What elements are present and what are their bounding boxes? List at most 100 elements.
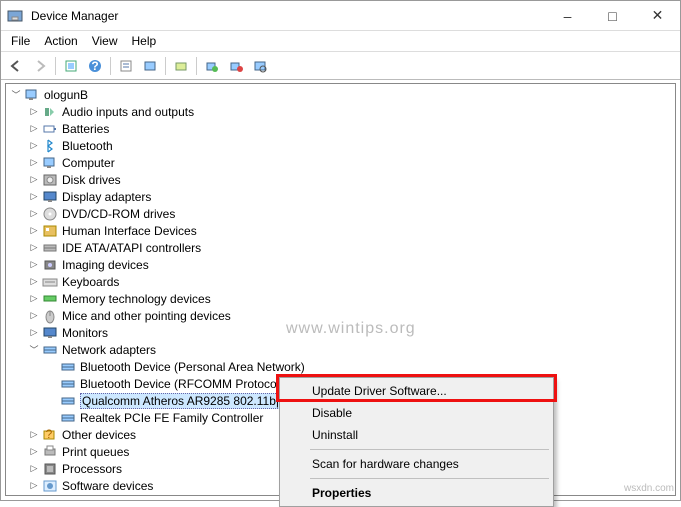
- category-label: DVD/CD-ROM drives: [62, 207, 175, 221]
- maximize-button[interactable]: □: [590, 1, 635, 30]
- expand-icon[interactable]: ▷: [28, 327, 40, 339]
- expand-icon[interactable]: ▷: [28, 429, 40, 441]
- collapse-icon[interactable]: ﹀: [10, 89, 22, 101]
- device-label: Bluetooth Device (Personal Area Network): [80, 360, 305, 374]
- expand-icon[interactable]: ▷: [28, 446, 40, 458]
- device-icon: [42, 274, 58, 290]
- category-label: Imaging devices: [62, 258, 149, 272]
- expand-icon[interactable]: ▷: [28, 157, 40, 169]
- device-icon: [42, 138, 58, 154]
- category-label: Memory technology devices: [62, 292, 211, 306]
- expand-icon[interactable]: ▷: [28, 293, 40, 305]
- expand-icon[interactable]: ▷: [28, 208, 40, 220]
- expand-icon[interactable]: ▷: [28, 106, 40, 118]
- ctx-uninstall[interactable]: Uninstall: [282, 424, 551, 446]
- tree-category[interactable]: ▷Audio inputs and outputs: [10, 103, 671, 120]
- ctx-update-driver[interactable]: Update Driver Software...: [282, 380, 551, 402]
- tree-device[interactable]: Bluetooth Device (Personal Area Network): [10, 358, 671, 375]
- expand-icon[interactable]: ▷: [28, 480, 40, 492]
- tree-category[interactable]: ▷ Bluetooth: [10, 137, 671, 154]
- minimize-button[interactable]: –: [545, 1, 590, 30]
- device-icon: [42, 172, 58, 188]
- scan-hardware-button[interactable]: [249, 55, 271, 77]
- expand-icon[interactable]: ▷: [28, 225, 40, 237]
- tree-category[interactable]: ▷IDE ATA/ATAPI controllers: [10, 239, 671, 256]
- toolbar: ?: [1, 52, 680, 80]
- device-icon: [42, 206, 58, 222]
- expand-icon[interactable]: ▷: [28, 310, 40, 322]
- device-icon: [42, 461, 58, 477]
- tree-category[interactable]: ▷Batteries: [10, 120, 671, 137]
- device-icon: [42, 444, 58, 460]
- expand-icon[interactable]: ▷: [28, 463, 40, 475]
- category-label: Network adapters: [62, 343, 156, 357]
- show-hide-button[interactable]: [60, 55, 82, 77]
- forward-button[interactable]: [29, 55, 51, 77]
- update-driver-button[interactable]: [170, 55, 192, 77]
- collapse-icon[interactable]: ﹀: [28, 344, 40, 356]
- category-label: Human Interface Devices: [62, 224, 197, 238]
- computer-icon: [24, 87, 40, 103]
- expand-icon[interactable]: ▷: [28, 123, 40, 135]
- titlebar: Device Manager – □ ✕: [1, 1, 680, 31]
- tree-category[interactable]: ▷Computer: [10, 154, 671, 171]
- source-label: wsxdn.com: [624, 483, 674, 494]
- expand-icon[interactable]: ▷: [28, 276, 40, 288]
- network-icon: [42, 342, 58, 358]
- tree-category-network[interactable]: ﹀ Network adapters: [10, 341, 671, 358]
- scan-button[interactable]: [139, 55, 161, 77]
- category-label: Other devices: [62, 428, 136, 442]
- category-label: Software devices: [62, 479, 153, 493]
- expand-icon[interactable]: ▷: [28, 140, 40, 152]
- category-label: Bluetooth: [62, 139, 113, 153]
- device-icon: [42, 257, 58, 273]
- device-icon: [42, 478, 58, 494]
- root-label: ologunB: [44, 88, 88, 102]
- ctx-disable[interactable]: Disable: [282, 402, 551, 424]
- adapter-icon: [60, 393, 76, 409]
- uninstall-button[interactable]: [201, 55, 223, 77]
- tree-category[interactable]: ▷ Mice and other pointing devices: [10, 307, 671, 324]
- device-icon: [42, 104, 58, 120]
- app-icon: [7, 8, 23, 24]
- menu-file[interactable]: File: [5, 32, 36, 50]
- adapter-icon: [60, 359, 76, 375]
- tree-root[interactable]: ﹀ ologunB: [10, 86, 671, 103]
- disable-button[interactable]: [225, 55, 247, 77]
- tree-category[interactable]: ▷ Imaging devices: [10, 256, 671, 273]
- expand-icon[interactable]: ▷: [28, 242, 40, 254]
- tree-category[interactable]: ▷ Disk drives: [10, 171, 671, 188]
- device-icon: [42, 291, 58, 307]
- category-label: Keyboards: [62, 275, 119, 289]
- tree-category[interactable]: ▷Monitors: [10, 324, 671, 341]
- category-label: Mice and other pointing devices: [62, 309, 231, 323]
- ctx-separator: [310, 478, 549, 479]
- properties-button[interactable]: [115, 55, 137, 77]
- category-label: Processors: [62, 462, 122, 476]
- device-icon: ?: [42, 427, 58, 443]
- menu-view[interactable]: View: [86, 32, 124, 50]
- tree-category[interactable]: ▷ Display adapters: [10, 188, 671, 205]
- menu-help[interactable]: Help: [126, 32, 163, 50]
- menu-action[interactable]: Action: [38, 32, 83, 50]
- device-icon: [42, 223, 58, 239]
- device-icon: [42, 308, 58, 324]
- tree-category[interactable]: ▷ Keyboards: [10, 273, 671, 290]
- category-label: Print queues: [62, 445, 129, 459]
- ctx-scan[interactable]: Scan for hardware changes: [282, 453, 551, 475]
- expand-icon[interactable]: ▷: [28, 174, 40, 186]
- svg-text:?: ?: [91, 59, 98, 73]
- back-button[interactable]: [5, 55, 27, 77]
- close-button[interactable]: ✕: [635, 1, 680, 30]
- tree-category[interactable]: ▷ Human Interface Devices: [10, 222, 671, 239]
- category-label: Display adapters: [62, 190, 151, 204]
- tree-category[interactable]: ▷ DVD/CD-ROM drives: [10, 205, 671, 222]
- device-icon: [42, 495, 58, 497]
- category-label: Disk drives: [62, 173, 121, 187]
- expand-icon[interactable]: ▷: [28, 191, 40, 203]
- device-icon: [42, 155, 58, 171]
- expand-icon[interactable]: ▷: [28, 259, 40, 271]
- device-icon: [42, 121, 58, 137]
- help-button[interactable]: ?: [84, 55, 106, 77]
- tree-category[interactable]: ▷ Memory technology devices: [10, 290, 671, 307]
